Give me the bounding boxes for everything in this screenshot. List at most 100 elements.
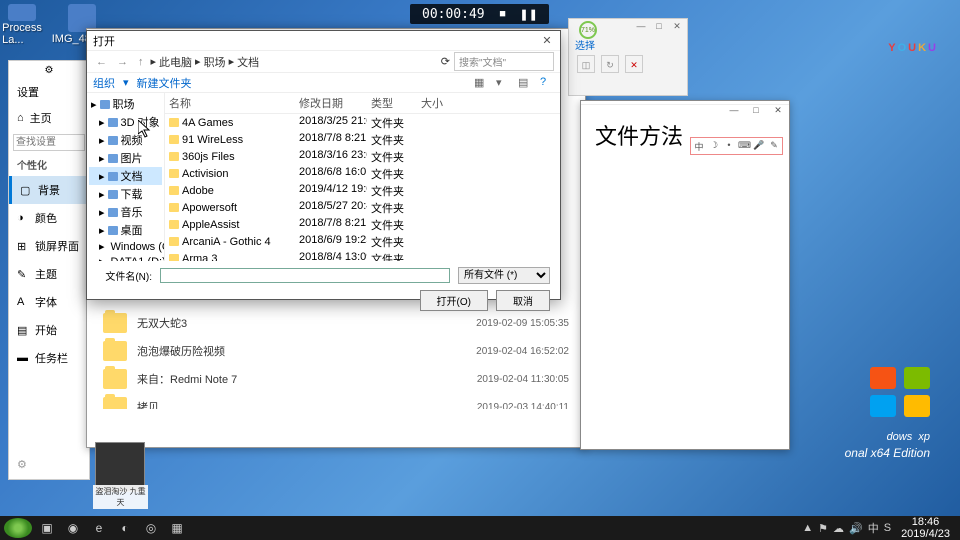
- new-folder-button[interactable]: 新建文件夹: [137, 75, 192, 91]
- file-row[interactable]: 91 WireLess2018/7/8 8:21文件夹: [165, 131, 560, 148]
- settings-item-fonts[interactable]: A字体: [9, 288, 89, 316]
- taskbar-app-icon[interactable]: e: [88, 518, 110, 538]
- file-row[interactable]: Activision2018/6/8 16:01文件夹: [165, 165, 560, 182]
- file-row[interactable]: ArcaniA - Gothic 42018/6/9 19:25文件夹: [165, 233, 560, 250]
- maximize-icon[interactable]: □: [745, 101, 767, 119]
- tree-node[interactable]: ▸下载: [89, 185, 162, 203]
- file-list[interactable]: 名称 修改日期 类型 大小 4A Games2018/3/25 21:01文件夹…: [165, 93, 560, 261]
- tray-icon[interactable]: 🔊: [849, 522, 863, 535]
- taskbar-app-icon[interactable]: ◎: [140, 518, 162, 538]
- ime-icon[interactable]: ⌨: [738, 140, 750, 152]
- tree-node[interactable]: ▸3D 对象: [89, 113, 162, 131]
- dialog-search-input[interactable]: 搜索"文档": [454, 52, 554, 71]
- file-row[interactable]: Arma 32018/8/4 13:09文件夹: [165, 250, 560, 261]
- minimize-icon[interactable]: —: [633, 21, 649, 35]
- ime-icon[interactable]: ☽: [708, 140, 720, 152]
- dialog-title: 打开: [93, 33, 540, 49]
- view-icon[interactable]: ▦: [474, 76, 488, 90]
- file-row[interactable]: AppleAssist2018/7/8 8:21文件夹: [165, 216, 560, 233]
- nav-back-icon[interactable]: ←: [93, 56, 110, 68]
- settings-item-lockscreen[interactable]: ⊞锁屏界面: [9, 232, 89, 260]
- settings-item-taskbar[interactable]: ▬任务栏: [9, 344, 89, 372]
- view-dropdown-icon[interactable]: ▾: [496, 76, 510, 90]
- taskbar-clock[interactable]: 18:46 2019/4/23: [895, 516, 956, 540]
- column-modified[interactable]: 修改日期: [295, 93, 367, 113]
- ribbon-close-icon[interactable]: ✕: [625, 55, 643, 73]
- tray-icon[interactable]: S: [884, 522, 891, 534]
- folder-row[interactable]: 拷贝2019-02-03 14:40:11: [93, 393, 579, 409]
- desktop-icon[interactable]: Process La...: [6, 4, 38, 46]
- organize-menu[interactable]: 组织: [93, 75, 115, 91]
- settings-item-themes[interactable]: ✎主题: [9, 260, 89, 288]
- tree-node[interactable]: ▸Windows (C:): [89, 239, 162, 254]
- folder-tree[interactable]: ▸职场▸3D 对象▸视频▸图片▸文档▸下载▸音乐▸桌面▸Windows (C:)…: [87, 93, 165, 261]
- tree-node[interactable]: ▸图片: [89, 149, 162, 167]
- taskbar: ▣ ◉ e ◐ ◎ ▦ ▲ ⚑ ☁ 🔊 中 S 18:46 2019/4/23: [0, 516, 960, 540]
- column-type[interactable]: 类型: [367, 93, 417, 113]
- ribbon-select-button[interactable]: 选择: [575, 37, 595, 52]
- refresh-icon[interactable]: ⟳: [441, 55, 450, 68]
- tree-node[interactable]: ▸视频: [89, 131, 162, 149]
- settings-home[interactable]: ⌂ 主页: [9, 104, 89, 132]
- file-row[interactable]: Adobe2019/4/12 19:04文件夹: [165, 182, 560, 199]
- start-button[interactable]: [4, 518, 32, 538]
- cancel-button[interactable]: 取消: [496, 290, 550, 311]
- close-icon[interactable]: ✕: [540, 34, 554, 47]
- settings-item-colors[interactable]: ◑颜色: [9, 204, 89, 232]
- video-thumbnail-label: 盗泪淘沙 九重天: [93, 485, 148, 509]
- video-stop-icon[interactable]: ■: [495, 6, 511, 22]
- system-tray[interactable]: ▲ ⚑ ☁ 🔊 中 S: [802, 520, 891, 536]
- windows-xp-logo: dows xp onal x64 Edition: [845, 367, 930, 460]
- preview-pane-icon[interactable]: ▤: [518, 76, 532, 90]
- ime-icon[interactable]: ✎: [768, 140, 780, 152]
- taskbar-app-icon[interactable]: ◐: [114, 518, 136, 538]
- settings-item-start[interactable]: ▤开始: [9, 316, 89, 344]
- background-app-window: 71% — □ ✕ 选择 ◫ ↻ ✕: [568, 18, 688, 96]
- settings-panel: ⚙ 设置 ⌂ 主页 个性化 ▢背景 ◑颜色 ⊞锁屏界面 ✎主题 A字体 ▤开始 …: [8, 60, 90, 480]
- taskbar-app-icon[interactable]: ▣: [36, 518, 58, 538]
- file-row[interactable]: 4A Games2018/3/25 21:01文件夹: [165, 114, 560, 131]
- settings-title: 设置: [9, 80, 89, 104]
- close-icon[interactable]: ✕: [767, 101, 789, 119]
- help-icon[interactable]: ?: [540, 76, 554, 90]
- tray-icon[interactable]: 中: [868, 520, 879, 536]
- folder-row[interactable]: 泡泡爆破历险视频2019-02-04 16:52:02: [93, 337, 579, 365]
- filename-label: 文件名(N):: [97, 268, 152, 283]
- ribbon-tool-icon[interactable]: ◫: [577, 55, 595, 73]
- tree-node[interactable]: ▸桌面: [89, 221, 162, 239]
- tree-node[interactable]: ▸职场: [89, 95, 162, 113]
- tray-icon[interactable]: ⚑: [818, 522, 828, 535]
- maximize-icon[interactable]: □: [651, 21, 667, 35]
- taskbar-app-icon[interactable]: ▦: [166, 518, 188, 538]
- settings-search-input[interactable]: [13, 134, 85, 151]
- settings-gear-icon[interactable]: ⚙: [17, 458, 27, 471]
- column-name[interactable]: 名称: [165, 93, 295, 113]
- folder-row[interactable]: 来自：Redmi Note 72019-02-04 11:30:05: [93, 365, 579, 393]
- tray-icon[interactable]: ▲: [802, 522, 813, 534]
- tree-node[interactable]: ▸文档: [89, 167, 162, 185]
- ime-icon[interactable]: 中: [693, 140, 705, 152]
- ime-icon[interactable]: 🎤: [753, 140, 765, 152]
- nav-up-icon[interactable]: ↑: [135, 56, 147, 68]
- ribbon-refresh-icon[interactable]: ↻: [601, 55, 619, 73]
- tray-icon[interactable]: ☁: [833, 522, 844, 535]
- file-row[interactable]: Apowersoft2018/5/27 20:49文件夹: [165, 199, 560, 216]
- close-icon[interactable]: ✕: [669, 21, 685, 35]
- nav-forward-icon[interactable]: →: [114, 56, 131, 68]
- breadcrumb[interactable]: ▸此电脑 ▸职场 ▸文档 ⟳: [151, 54, 451, 70]
- column-size[interactable]: 大小: [417, 93, 457, 113]
- file-filter-select[interactable]: 所有文件 (*): [458, 267, 550, 284]
- video-pause-icon[interactable]: ❚❚: [521, 6, 537, 22]
- settings-category: 个性化: [9, 153, 89, 176]
- taskbar-app-icon[interactable]: ◉: [62, 518, 84, 538]
- file-row[interactable]: 360js Files2018/3/16 23:01文件夹: [165, 148, 560, 165]
- settings-item-background[interactable]: ▢背景: [9, 176, 89, 204]
- tree-node[interactable]: ▸DATA1 (D:): [89, 254, 162, 261]
- minimize-icon[interactable]: —: [723, 101, 745, 119]
- ime-icon[interactable]: •: [723, 140, 735, 152]
- open-button[interactable]: 打开(O): [420, 290, 488, 311]
- ime-toolbar[interactable]: 中 ☽ • ⌨ 🎤 ✎: [690, 137, 783, 155]
- wordpad-window: — □ ✕ 文件方法 中 ☽ • ⌨ 🎤 ✎: [580, 100, 790, 450]
- filename-input[interactable]: [160, 268, 450, 283]
- tree-node[interactable]: ▸音乐: [89, 203, 162, 221]
